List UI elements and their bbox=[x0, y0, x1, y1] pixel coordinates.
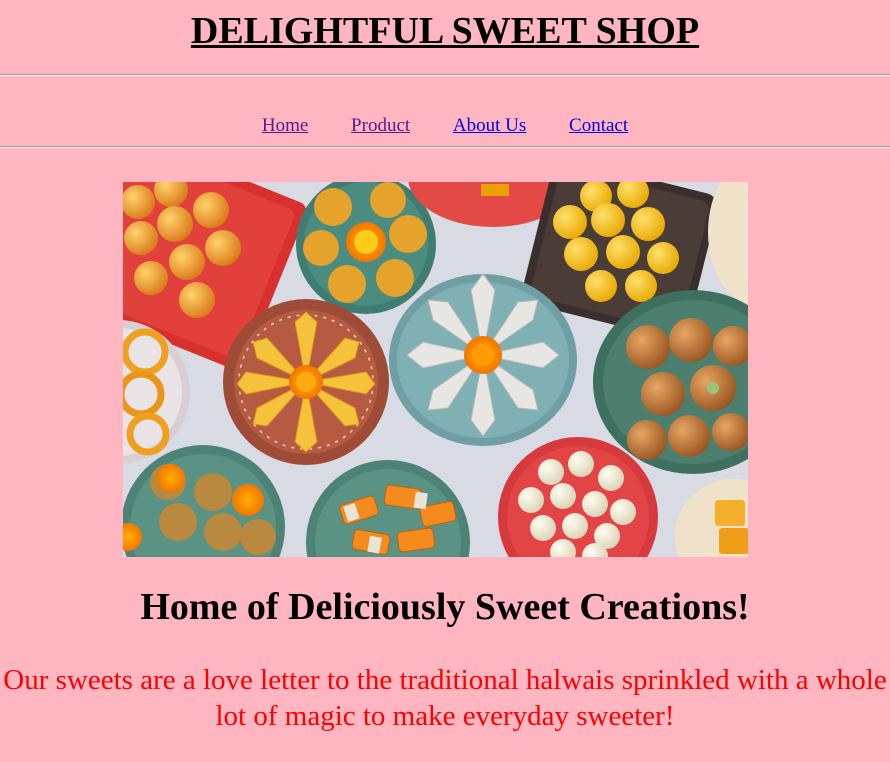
nav-link-home[interactable]: Home bbox=[262, 115, 308, 136]
shop-title: DELIGHTFUL SWEET SHOP bbox=[190, 10, 700, 52]
nav-link-product[interactable]: Product bbox=[351, 115, 410, 136]
plate-kaju-katli bbox=[389, 273, 577, 446]
top-divider bbox=[0, 74, 890, 76]
hero-sweets-image bbox=[123, 182, 748, 557]
page-tagline: Our sweets are a love letter to the trad… bbox=[3, 664, 887, 732]
nav-link-contact[interactable]: Contact bbox=[569, 115, 628, 136]
bottom-divider bbox=[0, 146, 890, 148]
page-headline: Home of Deliciously Sweet Creations! bbox=[140, 586, 750, 628]
main-navigation: Home Product About Us Contact bbox=[0, 113, 890, 139]
plate-mysore-pak bbox=[223, 299, 389, 465]
site-header: DELIGHTFUL SWEET SHOP bbox=[0, 0, 890, 74]
sweets-illustration bbox=[123, 182, 748, 557]
nav-link-about-us[interactable]: About Us bbox=[453, 115, 526, 136]
